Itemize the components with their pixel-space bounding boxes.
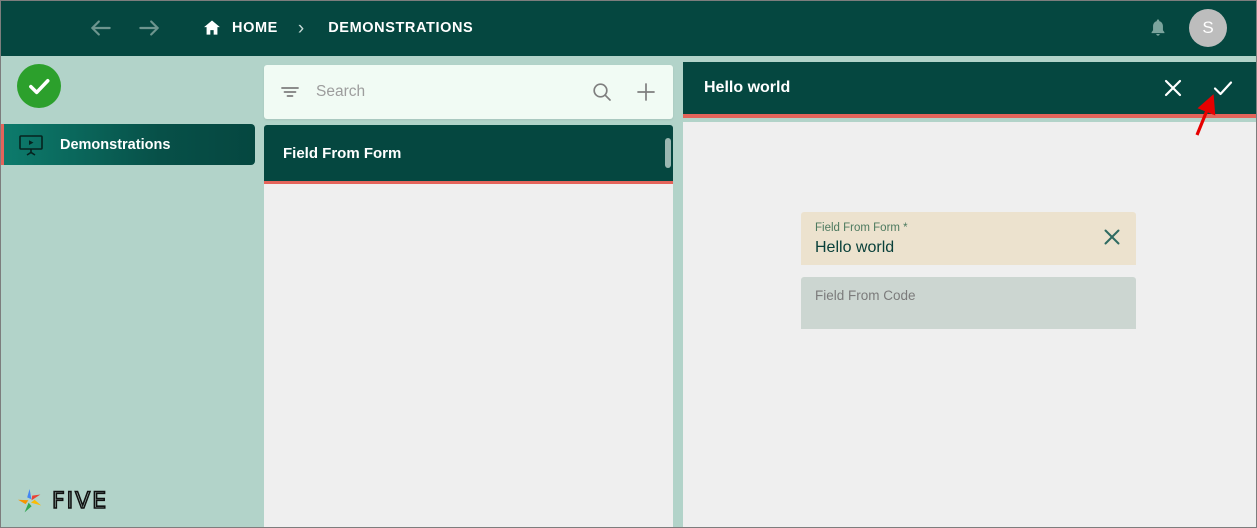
- application-window: HOME › DEMONSTRATIONS S Demonstrations F…: [0, 0, 1257, 528]
- sidebar: Demonstrations FIVE: [0, 56, 263, 528]
- field-from-form[interactable]: Field From Form * Hello world: [801, 212, 1136, 265]
- presentation-screen-icon: [18, 134, 44, 156]
- green-check-circle-icon: [17, 64, 61, 108]
- sidebar-item-label: Demonstrations: [60, 136, 171, 153]
- detail-header-actions: [1161, 76, 1235, 100]
- hamburger-menu-icon[interactable]: [34, 22, 56, 34]
- field-from-code: Field From Code: [801, 277, 1136, 329]
- clear-x-icon[interactable]: [1101, 226, 1123, 248]
- chevron-right-icon: ›: [297, 17, 305, 39]
- home-icon[interactable]: [202, 18, 222, 38]
- sidebar-item-demonstrations[interactable]: Demonstrations: [0, 124, 255, 165]
- field-from-form-label: Field From Form *: [815, 222, 908, 234]
- list-header-title: Field From Form: [283, 144, 402, 162]
- list-header[interactable]: Field From Form: [264, 125, 673, 181]
- list-body: [264, 184, 673, 528]
- five-brand-logo: FIVE: [15, 486, 108, 516]
- detail-accent-rule: [683, 114, 1257, 118]
- filter-icon[interactable]: [280, 82, 300, 102]
- breadcrumb-home-label[interactable]: HOME: [232, 20, 278, 36]
- five-pinwheel-icon: [15, 486, 45, 516]
- field-from-form-value: Hello world: [815, 239, 895, 256]
- plus-icon[interactable]: [635, 81, 657, 103]
- detail-header: Hello world: [683, 62, 1257, 114]
- breadcrumb-current-label[interactable]: DEMONSTRATIONS: [328, 20, 473, 36]
- list-scrollbar-thumb[interactable]: [665, 138, 671, 168]
- checkmark-icon[interactable]: [1211, 76, 1235, 100]
- field-from-code-label: Field From Code: [815, 288, 916, 303]
- five-wordmark: FIVE: [51, 488, 109, 515]
- list-panel: Field From Form: [263, 56, 675, 528]
- detail-body: Field From Form * Hello world Field From…: [683, 122, 1257, 528]
- search-icon[interactable]: [591, 81, 613, 103]
- back-arrow-icon[interactable]: [88, 15, 114, 41]
- detail-panel: Hello world Field From Form * Hello worl…: [683, 62, 1257, 528]
- forward-arrow-icon[interactable]: [136, 15, 162, 41]
- breadcrumb: HOME › DEMONSTRATIONS: [202, 18, 473, 38]
- search-bar: [264, 65, 673, 119]
- top-bar-actions: S: [1147, 9, 1239, 47]
- avatar[interactable]: S: [1189, 9, 1227, 47]
- search-input[interactable]: [316, 83, 569, 101]
- bell-icon[interactable]: [1147, 17, 1169, 39]
- detail-title: Hello world: [704, 79, 791, 96]
- close-x-icon[interactable]: [1161, 76, 1185, 100]
- top-navigation-bar: HOME › DEMONSTRATIONS S: [0, 0, 1257, 56]
